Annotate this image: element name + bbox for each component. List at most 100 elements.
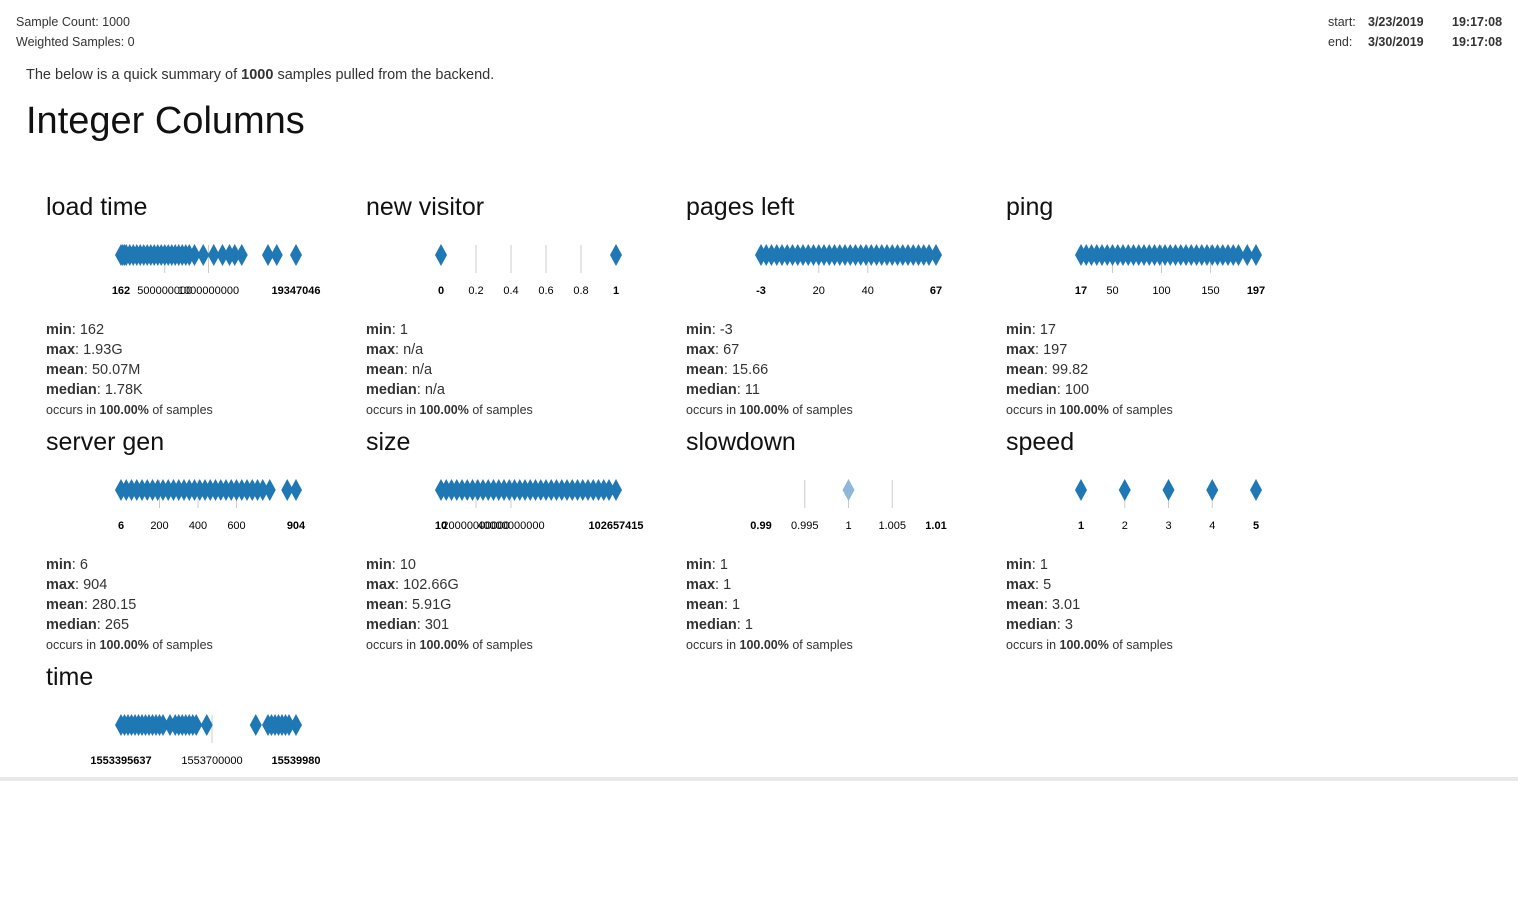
tick-label: 19347046 — [272, 285, 321, 297]
tick-label: 600 — [227, 520, 245, 532]
occurs-post: of samples — [1108, 638, 1173, 652]
stat-median: median: n/a — [366, 382, 445, 398]
occurrence: occurs in 100.00% of samples — [1006, 400, 1173, 420]
occurs-percent: 100.00% — [1059, 403, 1109, 417]
occurs-post: of samples — [788, 638, 853, 652]
sample-marker — [1118, 479, 1131, 501]
intro-count: 1000 — [241, 67, 274, 83]
intro-post: samples pulled from the backend. — [273, 67, 495, 83]
occurs-percent: 100.00% — [739, 403, 789, 417]
stat-value: 5 — [1043, 577, 1052, 593]
column-stats: min: 17 max: 197 mean: 99.82 median: 100 occ… — [1006, 320, 1173, 420]
occurs-percent: 100.00% — [99, 638, 149, 652]
stat-mean: mean: 5.91G — [366, 597, 452, 613]
sample-marker — [290, 244, 302, 266]
stat-mean: mean: 3.01 — [1006, 597, 1081, 613]
stat-value: 50.07M — [91, 362, 141, 378]
bottom-scrollbar[interactable] — [0, 777, 1518, 781]
stat-value: 1 — [723, 577, 732, 593]
sample-marker — [249, 714, 262, 736]
distribution-plot: -3 20 40 67 — [755, 244, 942, 297]
stat-min: min: 6 — [46, 557, 88, 573]
occurs-pre: occurs in — [366, 638, 420, 652]
stat-label: mean — [686, 362, 724, 378]
sample-marker — [1250, 244, 1262, 266]
stat-label: min — [366, 322, 392, 338]
tick-label: -3 — [756, 285, 766, 297]
stat-label: min — [1006, 322, 1032, 338]
sample-marker — [1162, 479, 1175, 501]
occurs-post: of samples — [788, 403, 853, 417]
stat-median: median: 3 — [1006, 617, 1073, 633]
start-label: start: — [1328, 15, 1356, 29]
occurs-pre: occurs in — [686, 638, 740, 652]
start-date: 3/23/2019 — [1368, 15, 1424, 29]
occurrence: occurs in 100.00% of samples — [46, 635, 213, 655]
tick-label: 197 — [1247, 285, 1265, 297]
stat-max: max: 67 — [686, 342, 740, 358]
stat-value: 1.78K — [104, 382, 143, 398]
sample-marker — [290, 714, 302, 736]
stat-median: median: 100 — [1006, 382, 1090, 398]
column-card-size: size 10 20000000000 40000000000 102657415 min… — [366, 428, 666, 663]
tick-label: 20 — [813, 285, 825, 297]
column-title: new visitor — [366, 193, 485, 221]
tick-label: 15539980 — [272, 755, 321, 767]
tick-label: 1553700000 — [181, 755, 242, 767]
sample-marker — [610, 244, 622, 266]
sample-marker — [270, 244, 283, 266]
stat-value: 102.66G — [403, 577, 459, 593]
stat-min: min: 1 — [1006, 557, 1048, 573]
occurs-pre: occurs in — [1006, 403, 1060, 417]
tick-label: 162 — [112, 285, 130, 297]
occurs-percent: 100.00% — [419, 638, 469, 652]
tick-label: 102657415 — [588, 520, 643, 532]
stat-median: median: 265 — [46, 617, 130, 633]
occurrence: occurs in 100.00% of samples — [686, 400, 853, 420]
sample-marker — [1206, 479, 1219, 501]
tick-label: 6 — [118, 520, 124, 532]
column-title: pages left — [686, 193, 795, 221]
stat-label: max — [46, 577, 76, 593]
stat-min: min: 1 — [686, 557, 728, 573]
stat-label: mean — [46, 362, 84, 378]
tick-label: 5 — [1253, 520, 1259, 532]
tick-label: 1553395637 — [90, 755, 151, 767]
tick-label: 0.4 — [503, 285, 518, 297]
tick-label: 1000000000 — [178, 285, 239, 297]
intro-pre: The below is a quick summary of — [26, 67, 242, 83]
column-stats: min: 1 max: n/a mean: n/a median: n/a occurs… — [366, 320, 533, 420]
stat-value: 1.93G — [83, 342, 123, 358]
sample-marker — [1250, 479, 1262, 501]
stat-value: 15.66 — [731, 362, 769, 378]
stat-label: max — [366, 577, 396, 593]
stat-max: max: 1 — [686, 577, 732, 593]
distribution-plot: 0 0.2 0.4 0.6 0.8 1 — [435, 244, 622, 297]
occurrence: occurs in 100.00% of samples — [686, 635, 853, 655]
stat-label: median — [366, 617, 417, 633]
column-title: time — [46, 663, 94, 691]
tick-label: 1 — [613, 285, 619, 297]
stat-median: median: 1 — [686, 617, 753, 633]
section-title: Integer Columns — [26, 100, 305, 142]
stat-max: max: 197 — [1006, 342, 1068, 358]
stat-label: min — [1006, 557, 1032, 573]
stat-value: 197 — [1043, 342, 1068, 358]
stat-label: max — [1006, 577, 1036, 593]
stat-value: 280.15 — [91, 597, 137, 613]
stat-label: median — [46, 617, 97, 633]
stat-value: 100 — [1064, 382, 1090, 398]
sample-marker — [197, 244, 210, 266]
distribution-plot: 6 200 400 600 904 — [115, 479, 306, 532]
occurs-pre: occurs in — [686, 403, 740, 417]
tick-label: 904 — [287, 520, 306, 532]
column-title: size — [366, 428, 411, 456]
distribution-plot: 17 50 100 150 197 — [1075, 244, 1265, 297]
tick-label: 100 — [1152, 285, 1170, 297]
occurs-percent: 100.00% — [99, 403, 149, 417]
sample-marker — [235, 244, 248, 266]
stat-value: -3 — [719, 322, 733, 338]
time-range: start: 3/23/2019 19:17:08 end: 3/30/2019… — [1328, 12, 1502, 52]
occurs-post: of samples — [1108, 403, 1173, 417]
stat-label: median — [46, 382, 97, 398]
